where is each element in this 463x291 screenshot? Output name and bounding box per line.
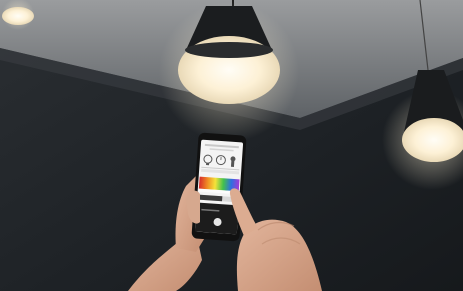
photo-scene (0, 0, 463, 291)
smartphone (191, 132, 247, 242)
lamp-right-bulb (402, 118, 463, 162)
lamp-center-rim (185, 42, 273, 58)
scene-svg (0, 0, 463, 291)
lamp-left-bulb (2, 7, 34, 25)
